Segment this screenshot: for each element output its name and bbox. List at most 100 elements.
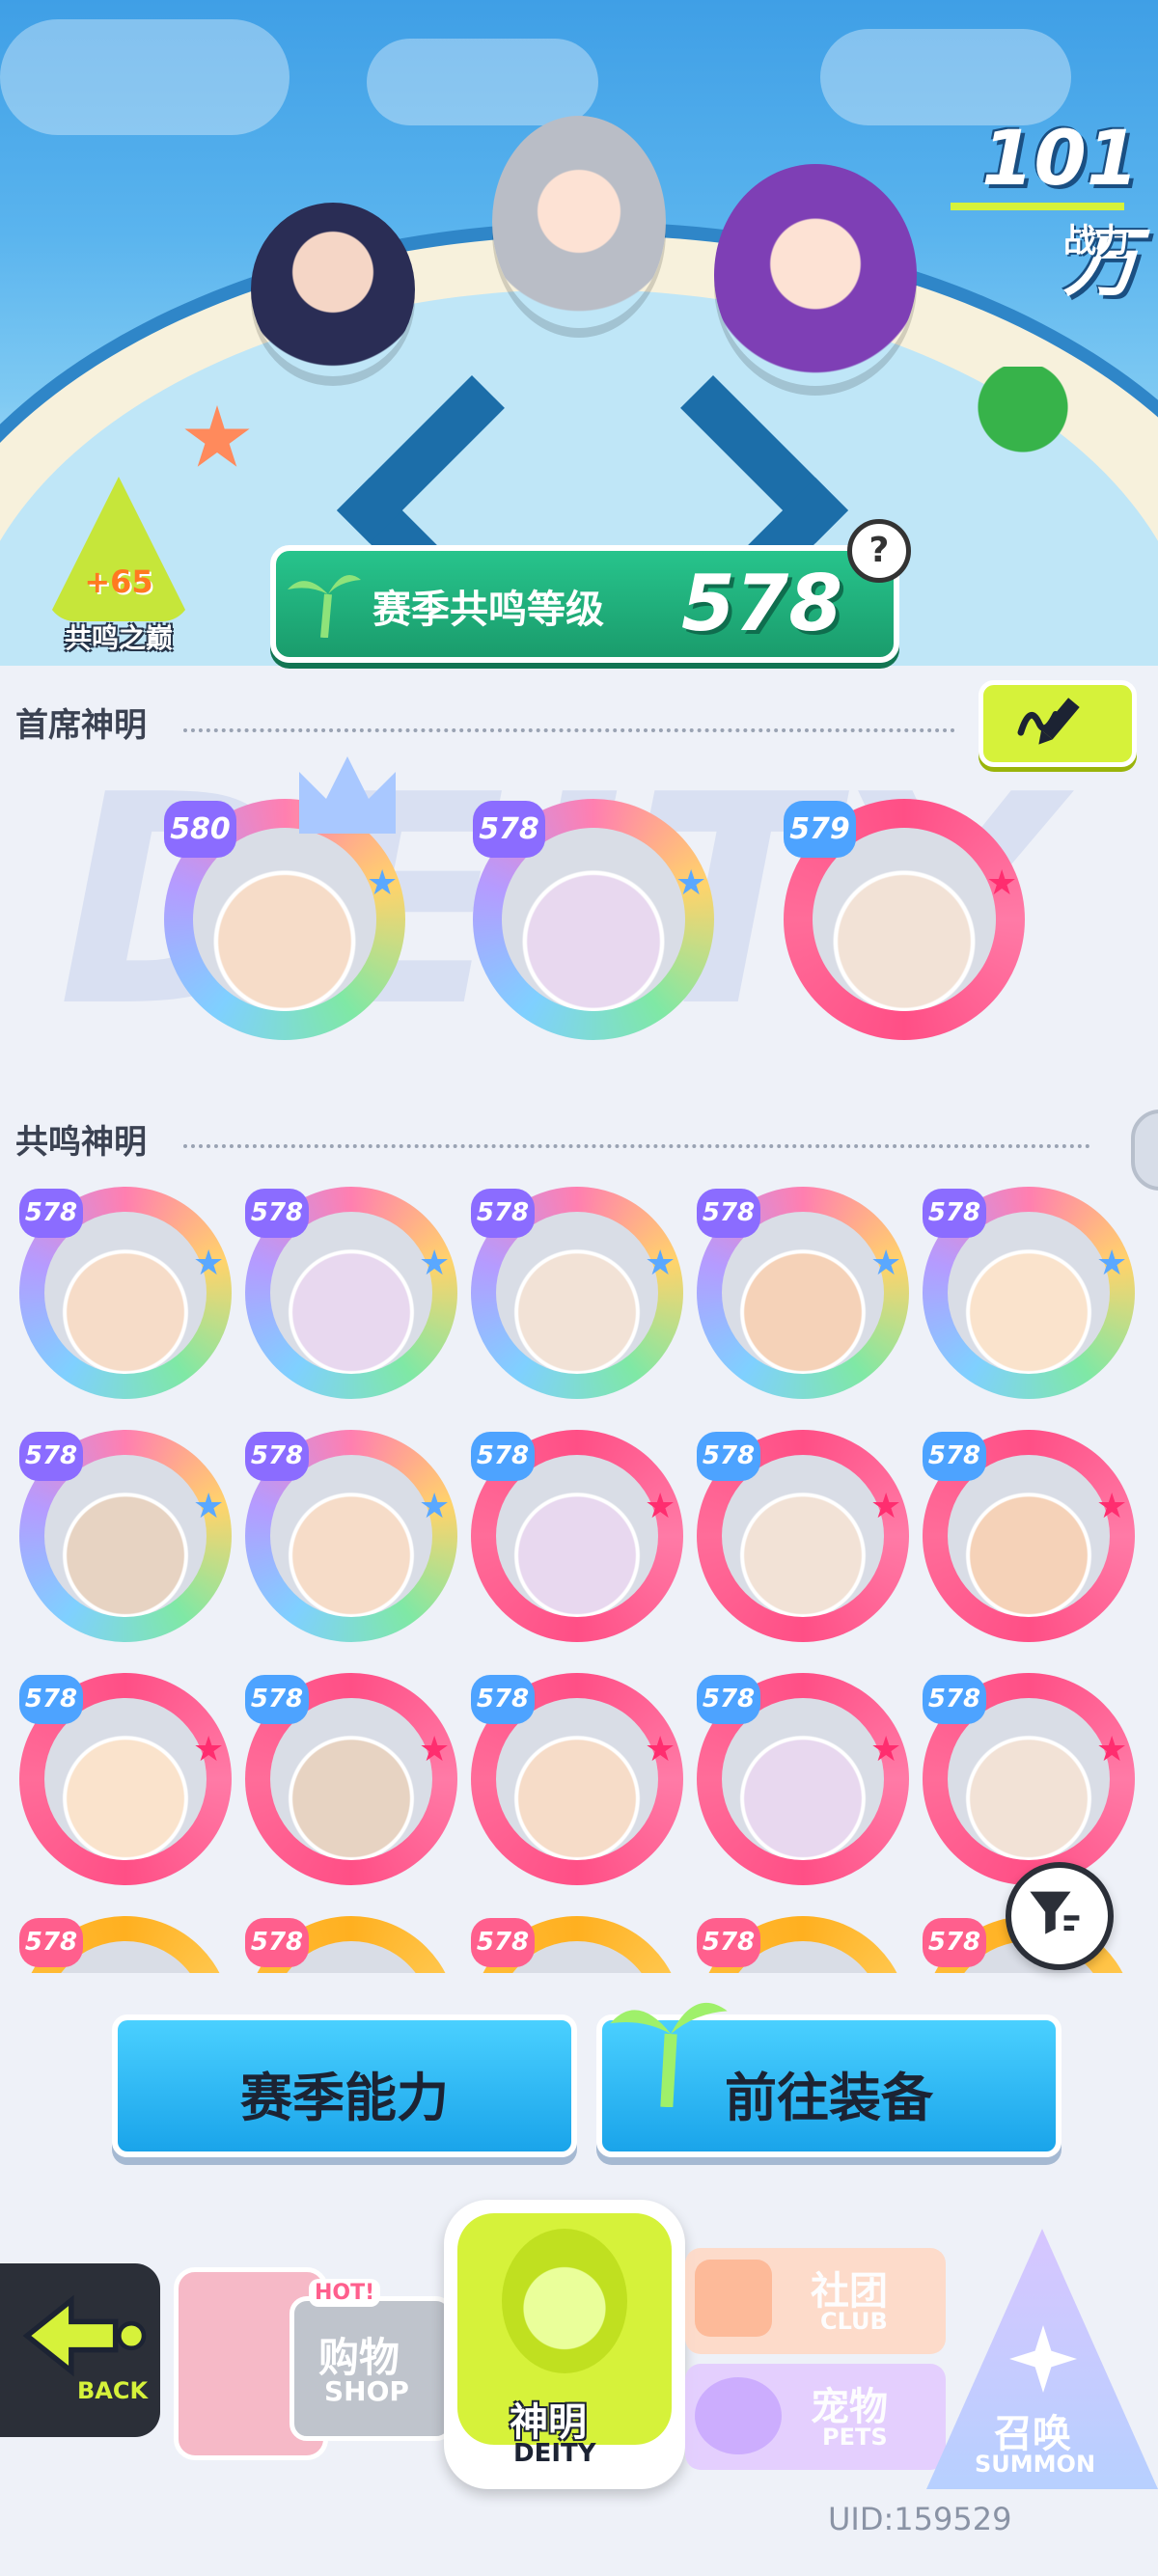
deity-level-badge: 578 [245, 1432, 309, 1481]
deity-chibi-icon [502, 2229, 627, 2373]
star-icon: ★ [986, 863, 1018, 903]
star-icon: ★ [645, 1729, 676, 1769]
star-icon: ★ [419, 1729, 451, 1769]
go-equip-button[interactable]: 前往装备 [596, 2002, 1062, 2157]
resonance-level-value: 578 [681, 559, 842, 648]
peak-badge[interactable]: +65 共鸣之巅 [37, 477, 201, 660]
deity-tile[interactable]: ★ 578 [471, 1673, 683, 1885]
summon-button[interactable]: 召唤 SUMMON [926, 2209, 1158, 2499]
deity-tile[interactable]: ★578 [471, 1187, 683, 1399]
deity-level-badge: 578 [471, 1432, 535, 1481]
star-icon: ★ [1096, 1729, 1128, 1769]
power-underline [951, 203, 1124, 210]
deity-tile[interactable]: ★578 [245, 1916, 457, 1973]
deity-level-badge: 578 [471, 1189, 535, 1238]
back-arrow-icon [22, 2294, 147, 2377]
deity-tile[interactable]: ★ 578 [19, 1673, 232, 1885]
featured-deity-tile[interactable]: ★ 579 [784, 799, 1025, 1040]
question-icon: ? [868, 531, 890, 570]
deity-tile[interactable]: ★ 578 [19, 1187, 232, 1399]
deity-tile[interactable]: ★ 578 [245, 1430, 457, 1642]
go-equip-label: 前往装备 [725, 2068, 933, 2128]
palm-leaf-icon [288, 575, 361, 638]
season-ability-label: 赛季能力 [240, 2068, 449, 2128]
deity-level-badge: 580 [164, 801, 236, 858]
deity-tile[interactable]: ★578 [923, 1187, 1135, 1399]
deity-level-badge: 579 [784, 801, 856, 858]
summon-label-en: SUMMON [975, 2451, 1096, 2478]
palm-tree-icon [965, 367, 1081, 502]
peak-value: +65 [84, 563, 153, 600]
filter-icon [1030, 1891, 1080, 1934]
deity-tile[interactable]: ★578 [697, 1916, 909, 1973]
back-label: BACK [77, 2377, 149, 2404]
hero-chibi-dark[interactable] [251, 203, 415, 376]
star-icon: ★ [1096, 1486, 1128, 1526]
deity-level-badge: 578 [19, 1918, 83, 1967]
hero-chibi-purple[interactable] [714, 164, 917, 386]
filter-button[interactable] [1006, 1862, 1114, 1970]
peak-label: 共鸣之巅 [64, 622, 173, 654]
star-icon: ★ [1096, 1243, 1128, 1283]
star-icon: ★ [676, 863, 707, 903]
star-icon: ★ [419, 1486, 451, 1526]
pets-label-en: PETS [822, 2424, 888, 2451]
deity-level-badge: 578 [923, 1675, 986, 1724]
deity-tile[interactable]: ★578 [471, 1916, 683, 1973]
help-button[interactable]: ? [847, 519, 911, 583]
deity-level-badge: 578 [471, 1918, 535, 1967]
deity-level-badge: 578 [19, 1675, 83, 1724]
deity-level-badge: 578 [245, 1675, 309, 1724]
deity-label-en: DEITY [513, 2439, 596, 2468]
deity-level-badge: 578 [697, 1675, 760, 1724]
deity-level-badge: 578 [697, 1189, 760, 1238]
deity-tile[interactable]: ★578 [697, 1430, 909, 1642]
club-button[interactable]: 社团 CLUB [685, 2248, 946, 2354]
star-icon: ★ [367, 863, 399, 903]
deity-tile[interactable]: ★ 578 [471, 1430, 683, 1642]
deity-level-badge: 578 [471, 1675, 535, 1724]
deity-level-badge: 578 [245, 1918, 309, 1967]
cloud [0, 19, 290, 135]
star-icon: ★ [870, 1486, 902, 1526]
deity-tile[interactable]: ★578 [19, 1430, 232, 1642]
shop-hot-badge: HOT! [309, 2279, 381, 2307]
club-bag-icon [695, 2260, 772, 2337]
deity-tile[interactable]: ★ 578 [245, 1187, 457, 1399]
resonance-level-banner[interactable]: 赛季共鸣等级 578 [270, 545, 899, 663]
power-value: 101万 [981, 116, 1139, 307]
shop-label-en: SHOP [324, 2375, 409, 2407]
resonance-section-title: 共鸣神明 [15, 1123, 147, 1162]
pet-icon [695, 2377, 782, 2454]
star-icon: ★ [193, 1243, 225, 1283]
deity-level-badge: 578 [697, 1918, 760, 1967]
deity-tile[interactable]: ★578 [923, 1430, 1135, 1642]
deity-tab-active[interactable]: 神明 DEITY [444, 2200, 685, 2489]
deity-level-badge: 578 [19, 1189, 83, 1238]
season-ability-button[interactable]: 赛季能力 [112, 2014, 577, 2157]
deity-level-badge: 578 [473, 801, 545, 858]
deity-level-badge: 578 [923, 1918, 986, 1967]
star-icon: ★ [419, 1243, 451, 1283]
deity-tile[interactable]: ★ 578 [697, 1673, 909, 1885]
deity-level-badge: 578 [245, 1189, 309, 1238]
deity-tile[interactable]: ★578 [19, 1916, 232, 1973]
featured-deity-tile[interactable]: ★ 580 [164, 799, 405, 1040]
deity-tile[interactable]: ★ 578 [923, 1673, 1135, 1885]
star-icon: ★ [870, 1243, 902, 1283]
resonance-level-label: 赛季共鸣等级 [372, 588, 604, 632]
star-icon: ★ [870, 1729, 902, 1769]
resonance-deity-grid: ★ 578 ★ 578 ★ 578 ★ 578 ★ 578 ★ 578 ★ 578 ★ 578 ★ 578 ★ 578… [0, 1158, 1158, 1973]
hero-chibi-silver[interactable] [492, 116, 666, 328]
cloud [367, 39, 598, 125]
shop-button[interactable]: HOT! 购物 SHOP [164, 2229, 454, 2480]
star-icon: ★ [193, 1729, 225, 1769]
pets-button[interactable]: 宠物 PETS [685, 2364, 946, 2470]
deity-tile[interactable]: ★ 578 [697, 1187, 909, 1399]
divider [183, 1144, 1090, 1148]
back-button[interactable]: BACK [0, 2263, 160, 2437]
divider [183, 728, 955, 732]
deity-tile[interactable]: ★ 578 [245, 1673, 457, 1885]
featured-deity-tile[interactable]: ★ 578 [473, 799, 714, 1040]
star-icon: ★ [645, 1486, 676, 1526]
